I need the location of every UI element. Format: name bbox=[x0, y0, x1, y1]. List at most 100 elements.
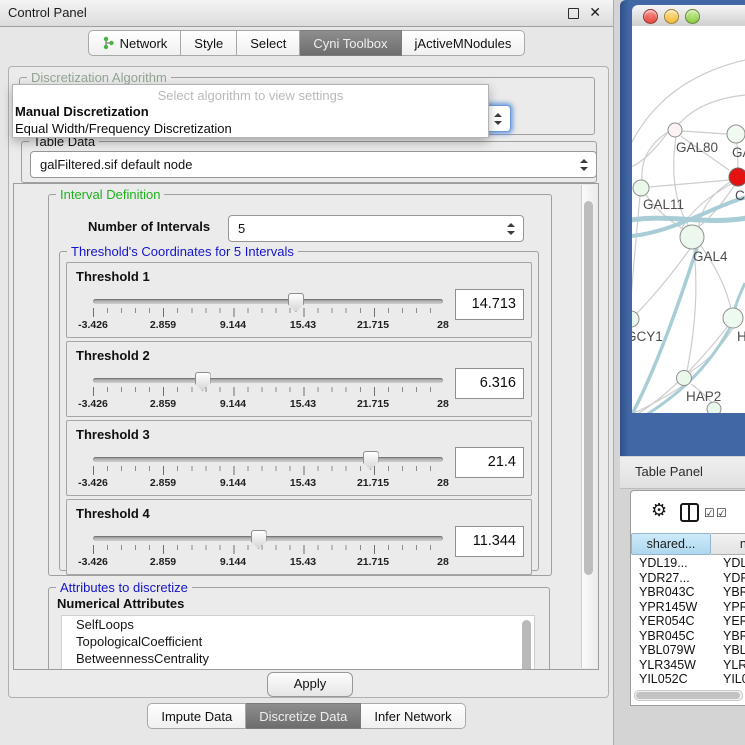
list-scrollbar-thumb[interactable] bbox=[522, 620, 531, 670]
tick-label: 15.43 bbox=[290, 319, 316, 331]
table-data-selected: galFiltered.sif default node bbox=[40, 157, 192, 172]
node-gal11[interactable] bbox=[633, 180, 649, 196]
cell-name: YBR0 bbox=[713, 629, 745, 644]
mac-zoom-button[interactable] bbox=[685, 9, 700, 24]
number-of-intervals-label: Number of Intervals bbox=[88, 219, 210, 234]
slider-track[interactable] bbox=[93, 457, 443, 462]
table-row[interactable]: YDL19...YDL1 bbox=[631, 556, 745, 571]
threshold-2-slider[interactable]: -3.426 2.859 9.144 15.43 21.715 28 bbox=[93, 372, 443, 412]
threshold-4-label: Threshold 4 bbox=[76, 506, 150, 521]
bottom-tabbar: Impute Data Discretize Data Infer Networ… bbox=[0, 703, 613, 729]
tab-select[interactable]: Select bbox=[237, 30, 300, 56]
tab-style[interactable]: Style bbox=[181, 30, 237, 56]
node-gal4[interactable] bbox=[680, 225, 704, 249]
settings-scrollbar[interactable] bbox=[581, 185, 597, 668]
popup-placeholder: Select algorithm to view settings bbox=[13, 85, 488, 103]
node-gal80[interactable] bbox=[668, 123, 682, 137]
node-label: HAP2 bbox=[686, 389, 721, 404]
list-item[interactable]: TopologicalCoefficient bbox=[62, 633, 534, 650]
scrollbar-thumb[interactable] bbox=[584, 201, 593, 575]
node-red-selected[interactable] bbox=[729, 168, 745, 186]
float-window-icon[interactable] bbox=[568, 8, 579, 19]
tab-infer-network-label: Infer Network bbox=[374, 709, 451, 724]
tick-label: 21.715 bbox=[357, 477, 389, 489]
apply-button[interactable]: Apply bbox=[267, 672, 353, 697]
threshold-2-value-field[interactable]: 6.316 bbox=[455, 368, 524, 399]
threshold-2-label: Threshold 2 bbox=[76, 348, 150, 363]
numerical-attributes-list: SelfLoops TopologicalCoefficient Between… bbox=[61, 615, 535, 670]
column-layout-icon[interactable] bbox=[680, 503, 699, 522]
threshold-3-slider[interactable]: -3.426 2.859 9.144 15.43 21.715 28 bbox=[93, 451, 443, 491]
tab-discretize-data-label: Discretize Data bbox=[259, 709, 347, 724]
cell-name: YBR0 bbox=[713, 585, 745, 600]
tick-label: -3.426 bbox=[78, 477, 108, 489]
tick-label: -3.426 bbox=[78, 398, 108, 410]
table-row[interactable]: YIL052CYIL0 bbox=[631, 672, 745, 687]
node-h[interactable] bbox=[723, 308, 743, 328]
slider-major-ticks bbox=[93, 308, 444, 317]
table-row[interactable]: YPR145WYPR1 bbox=[631, 600, 745, 615]
table-row[interactable]: YDR27...YDR2 bbox=[631, 571, 745, 586]
list-item[interactable]: BetweennessCentrality bbox=[62, 650, 534, 667]
list-item[interactable]: SelfLoops bbox=[62, 616, 534, 633]
scrollbar-thumb[interactable] bbox=[636, 692, 740, 699]
tab-impute-data-label: Impute Data bbox=[161, 709, 232, 724]
tab-cyni-toolbox[interactable]: Cyni Toolbox bbox=[300, 30, 401, 56]
tick-label: 28 bbox=[437, 556, 449, 568]
top-tabbar: Network Style Select Cyni Toolbox jActiv… bbox=[0, 30, 613, 56]
node-hap2[interactable] bbox=[677, 371, 692, 386]
popup-option-manual[interactable]: Manual Discretization bbox=[13, 103, 488, 120]
table-panel-title: Table Panel bbox=[635, 464, 703, 479]
table-row[interactable]: YER054CYER0 bbox=[631, 614, 745, 629]
node-label: GA bbox=[732, 145, 745, 160]
slider-minor-ticks bbox=[93, 308, 444, 313]
node-label: GAL4 bbox=[693, 249, 728, 264]
combo-stepper-icon bbox=[494, 113, 502, 125]
network-icon bbox=[102, 36, 115, 50]
threshold-1-value-field[interactable]: 14.713 bbox=[455, 289, 524, 320]
gear-icon[interactable]: ⚙ bbox=[651, 500, 667, 521]
tab-impute-data[interactable]: Impute Data bbox=[147, 703, 246, 729]
slider-track[interactable] bbox=[93, 536, 443, 541]
table-panel-subwindow: ⚙ ☑ ☑ shared... name YDL19...YDL1 YDR27.… bbox=[630, 490, 745, 706]
tab-style-label: Style bbox=[194, 36, 223, 51]
threshold-3-value-field[interactable]: 21.4 bbox=[455, 447, 524, 478]
combo-stepper-icon bbox=[580, 159, 588, 171]
cell-name: YBL0 bbox=[713, 643, 745, 658]
checkbox-icon[interactable]: ☑ bbox=[704, 506, 715, 520]
cell-name: YER0 bbox=[713, 614, 745, 629]
mac-minimize-button[interactable] bbox=[664, 9, 679, 24]
table-panel-titlebar: Table Panel bbox=[620, 457, 745, 489]
tab-discretize-data[interactable]: Discretize Data bbox=[246, 703, 361, 729]
column-header-name[interactable]: name bbox=[711, 533, 745, 555]
tick-label: 21.715 bbox=[357, 319, 389, 331]
threshold-1-slider[interactable]: -3.426 2.859 9.144 15.43 21.715 28 bbox=[93, 293, 443, 333]
tab-infer-network[interactable]: Infer Network bbox=[361, 703, 465, 729]
slider-track[interactable] bbox=[93, 378, 443, 383]
node-gcy1[interactable] bbox=[632, 311, 639, 327]
table-row[interactable]: YBL079WYBL0 bbox=[631, 643, 745, 658]
table-row[interactable]: YBR043CYBR0 bbox=[631, 585, 745, 600]
table-row[interactable]: YBR045CYBR0 bbox=[631, 629, 745, 644]
number-of-intervals-combobox[interactable]: 5 bbox=[228, 215, 524, 242]
threshold-4-value-field[interactable]: 11.344 bbox=[455, 526, 524, 557]
checkbox-icon[interactable]: ☑ bbox=[716, 506, 727, 520]
table-row[interactable]: YLR345WYLR3 bbox=[631, 658, 745, 673]
tab-jactivemnodules[interactable]: jActiveMNodules bbox=[402, 30, 526, 56]
tick-label: 28 bbox=[437, 477, 449, 489]
popup-option-equal-width[interactable]: Equal Width/Frequency Discretization bbox=[13, 120, 488, 137]
network-canvas[interactable]: GAL80 GA C GAL11 GAL4 GCY1 H HAP2 bbox=[632, 26, 745, 413]
cell-name: YDL1 bbox=[713, 556, 745, 571]
tab-network[interactable]: Network bbox=[88, 30, 182, 56]
node-ga[interactable] bbox=[727, 125, 745, 143]
tick-label: 21.715 bbox=[357, 556, 389, 568]
table-horizontal-scrollbar[interactable] bbox=[634, 690, 743, 701]
threshold-4-slider[interactable]: -3.426 2.859 9.144 15.43 21.715 28 bbox=[93, 530, 443, 570]
table-data-combobox[interactable]: galFiltered.sif default node bbox=[30, 151, 597, 178]
close-icon[interactable]: ✕ bbox=[589, 4, 601, 21]
cell-shared-name: YLR345W bbox=[631, 658, 713, 673]
slider-track[interactable] bbox=[93, 299, 443, 304]
mac-close-button[interactable] bbox=[643, 9, 658, 24]
cell-shared-name: YPR145W bbox=[631, 600, 713, 615]
column-header-shared-name[interactable]: shared... bbox=[631, 533, 711, 555]
